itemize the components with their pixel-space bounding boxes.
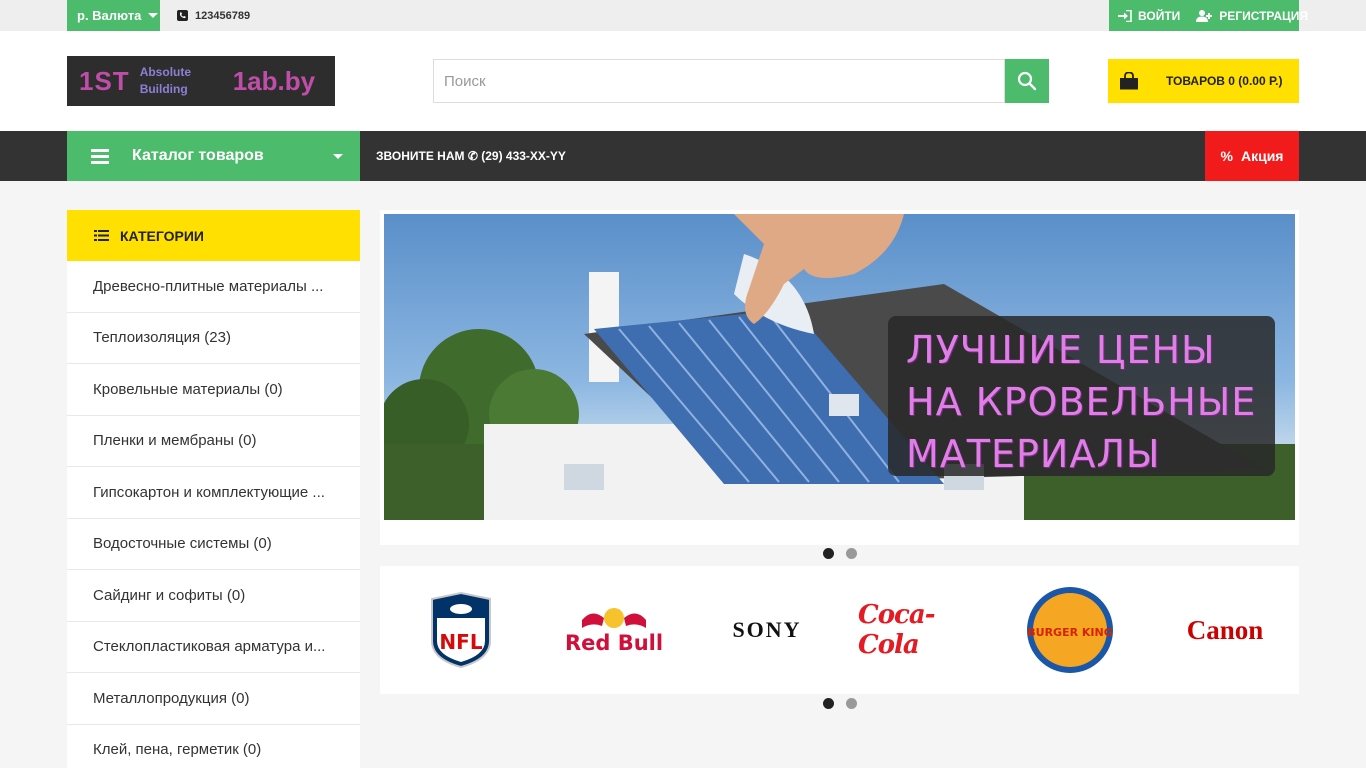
user-plus-icon xyxy=(1196,9,1213,22)
sale-label: Акция xyxy=(1240,148,1284,164)
search-icon xyxy=(1017,71,1037,91)
cart-button[interactable]: ТОВАРОВ 0 (0.00 Р.) xyxy=(1108,59,1299,103)
cocacola-text: Coca-Cola xyxy=(858,600,936,660)
currency-dropdown[interactable]: р. Валюта xyxy=(67,0,160,31)
burgerking-text: BURGER KING xyxy=(1027,626,1112,639)
brand-logo-canon[interactable]: Canon xyxy=(1170,566,1280,694)
redbull-text: Red Bull xyxy=(565,631,663,655)
category-item[interactable]: Теплоизоляция (23) xyxy=(67,313,360,364)
logo-part3: 1ab.by xyxy=(232,65,316,96)
main-nav: Каталог товаров ЗВОНИТЕ НАМ ✆ (29) 433-X… xyxy=(0,131,1366,181)
banner-line2: НА КРОВЕЛЬНЫЕ xyxy=(906,380,1257,424)
category-label: Сайдинг и софиты (0) xyxy=(93,586,246,604)
category-item[interactable]: Гипсокартон и комплектующие ... xyxy=(67,467,360,519)
hamburger-icon xyxy=(91,146,109,167)
brands-dot-1[interactable] xyxy=(823,698,834,709)
sony-text: SONY xyxy=(732,617,802,642)
nfl-logo: NFL xyxy=(431,591,491,669)
category-item[interactable]: Сайдинг и софиты (0) xyxy=(67,570,360,622)
login-label: ВОЙТИ xyxy=(1138,8,1181,23)
catalog-label: Каталог товаров xyxy=(132,147,264,164)
redbull-logo: Red Bull xyxy=(565,608,663,655)
percent-icon: % xyxy=(1220,148,1233,164)
category-item[interactable]: Металлопродукция (0) xyxy=(67,673,360,725)
sign-in-icon xyxy=(1118,9,1132,22)
brand-logo-redbull[interactable]: Red Bull xyxy=(560,566,668,694)
category-label: Теплоизоляция (23) xyxy=(93,329,231,347)
brands-dot-2[interactable] xyxy=(846,698,857,709)
category-label: Кровельные материалы (0) xyxy=(93,380,283,398)
banner-line1: ЛУЧШИЕ ЦЕНЫ xyxy=(906,328,1216,372)
brand-logo-nfl[interactable]: NFL xyxy=(412,566,510,694)
logo-part1: 1ST xyxy=(79,65,130,96)
category-label: Водосточные системы (0) xyxy=(93,535,272,553)
category-item[interactable]: Пленки и мембраны (0) xyxy=(67,416,360,467)
register-label: РЕГИСТРАЦИЯ xyxy=(1219,8,1309,23)
banner-pagination xyxy=(823,548,857,559)
search-input[interactable] xyxy=(433,59,1005,103)
slider-dot-1[interactable] xyxy=(823,548,834,559)
brand-logo-sony[interactable]: SONY xyxy=(715,566,819,694)
banner-slide[interactable]: ЛУЧШИЕ ЦЕНЫ НА КРОВЕЛЬНЫЕ МАТЕРИАЛЫ xyxy=(384,214,1295,520)
category-label: Стеклопластиковая арматура и... xyxy=(93,638,326,656)
burgerking-logo: BURGER KING xyxy=(1027,587,1113,673)
category-item[interactable]: Кровельные материалы (0) xyxy=(67,364,360,416)
top-bar: р. Валюта 123456789 ВОЙТИ РЕГИСТРАЦИЯ xyxy=(0,0,1366,31)
top-phone-number: 123456789 xyxy=(195,9,251,22)
category-label: Гипсокартон и комплектующие ... xyxy=(93,483,325,501)
nfl-text: NFL xyxy=(439,630,482,654)
catalog-menu-button[interactable]: Каталог товаров xyxy=(67,131,360,181)
category-label: Древесно-плитные материалы ... xyxy=(93,277,324,295)
categories-list: Древесно-плитные материалы ... Теплоизол… xyxy=(67,261,360,768)
banner-caption: ЛУЧШИЕ ЦЕНЫ НА КРОВЕЛЬНЫЕ МАТЕРИАЛЫ xyxy=(888,316,1275,476)
logo-part2-line2: Building xyxy=(139,82,188,96)
list-icon xyxy=(94,230,109,241)
register-button[interactable]: РЕГИСТРАЦИЯ xyxy=(1180,9,1308,23)
category-item[interactable]: Стеклопластиковая арматура и... xyxy=(67,622,360,673)
currency-label: р. Валюта xyxy=(77,8,142,23)
cart-summary: ТОВАРОВ 0 (0.00 Р.) xyxy=(1166,74,1283,88)
category-label: Пленки и мембраны (0) xyxy=(93,432,257,450)
brand-logo-burgerking[interactable]: BURGER KING xyxy=(1020,566,1120,694)
category-item[interactable]: Клей, пена, герметик (0) xyxy=(67,725,360,768)
categories-header: КАТЕГОРИИ xyxy=(67,210,360,261)
phone-icon xyxy=(177,10,188,21)
chevron-down-icon xyxy=(148,13,159,18)
banner-slider: ЛУЧШИЕ ЦЕНЫ НА КРОВЕЛЬНЫЕ МАТЕРИАЛЫ xyxy=(380,210,1299,545)
login-button[interactable]: ВОЙТИ xyxy=(1109,9,1180,23)
header: 1ST Absolute Building 1ab.by ТОВАРОВ 0 (… xyxy=(0,31,1366,131)
brands-carousel: NFL Red Bull SONY Coca-Cola BURGER KING … xyxy=(380,566,1299,694)
category-label: Клей, пена, герметик (0) xyxy=(93,741,262,759)
shopping-bag-icon xyxy=(1108,59,1150,103)
category-item[interactable]: Водосточные системы (0) xyxy=(67,519,360,570)
category-item[interactable]: Древесно-плитные материалы ... xyxy=(67,261,360,313)
auth-bar: ВОЙТИ РЕГИСТРАЦИЯ xyxy=(1109,0,1308,31)
brand-logo-cocacola[interactable]: Coca-Cola xyxy=(858,566,978,694)
logo-part2-line1: Absolute xyxy=(139,65,192,79)
logo-part2: Absolute Building xyxy=(140,64,230,98)
site-logo[interactable]: 1ST Absolute Building 1ab.by xyxy=(67,56,335,106)
canon-text: Canon xyxy=(1186,614,1264,645)
call-us-text: ЗВОНИТЕ НАМ ✆ (29) 433-XX-YY xyxy=(376,149,566,163)
brands-pagination xyxy=(823,698,857,709)
sale-button[interactable]: % Акция xyxy=(1205,131,1299,181)
category-label: Металлопродукция (0) xyxy=(93,689,250,707)
top-phone: 123456789 xyxy=(177,0,250,31)
banner-line3: МАТЕРИАЛЫ xyxy=(906,432,1161,476)
slider-dot-2[interactable] xyxy=(846,548,857,559)
chevron-down-icon xyxy=(333,154,343,159)
search-button[interactable] xyxy=(1005,59,1049,103)
categories-title: КАТЕГОРИИ xyxy=(120,227,204,244)
